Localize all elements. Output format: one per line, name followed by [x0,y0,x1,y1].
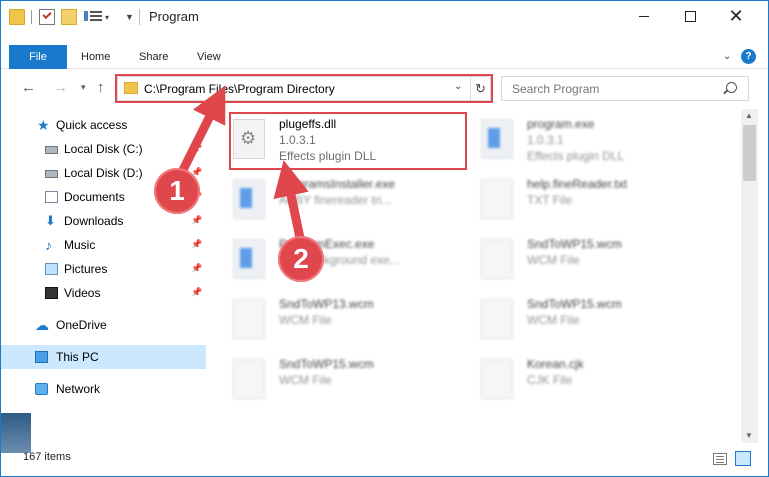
sidebar-item-onedrive[interactable]: ☁ OneDrive [1,313,206,337]
chevron-down-icon[interactable]: ⌄ [454,81,462,92]
maximize-button[interactable] [667,1,713,31]
close-button[interactable]: ✕ [713,1,759,31]
window-title: Program [149,9,199,24]
minimize-button[interactable] [621,1,667,31]
status-bar: 167 items [1,445,768,475]
scroll-up-icon[interactable]: ▲ [745,111,753,120]
search-input[interactable] [502,77,722,100]
tab-view[interactable]: View [191,45,227,69]
file-item-korean-cjk[interactable]: Korean.cjk CJK File [457,353,697,409]
help-icon[interactable]: ? [741,49,756,64]
exe-file-icon [233,179,265,219]
star-icon: ★ [37,117,50,133]
generic-file-icon [481,359,513,399]
expand-ribbon-icon[interactable]: ⌄ [723,51,731,62]
tab-share[interactable]: Share [133,45,174,69]
title-bar: ▾ ▼ Program ✕ [1,1,768,33]
tab-home[interactable]: Home [75,45,116,69]
generic-file-icon [233,299,265,339]
pin-icon[interactable]: 📌 [191,287,202,298]
new-folder-icon[interactable] [61,9,77,25]
back-arrow-icon[interactable]: ← [21,79,36,96]
music-icon: ♪ [45,237,52,253]
step-1-badge: 1 [154,168,200,214]
exe-file-icon [481,119,513,159]
file-item-program-exe[interactable]: program.exe 1.0.3.1 Effects plugin DLL [457,113,697,169]
sidebar-item-pictures[interactable]: Pictures 📌 [1,257,206,281]
drive-icon [45,146,58,154]
folder-icon [124,82,138,94]
pin-icon[interactable]: 📌 [191,263,202,274]
drive-icon [45,170,58,178]
generic-file-icon [481,239,513,279]
customize-quick-access-icon[interactable]: ▼ [125,12,134,22]
vertical-scrollbar[interactable]: ▲ ▼ [741,109,758,443]
properties-check-icon[interactable] [39,9,55,25]
file-item-programexec[interactable]: ProgramExec.exe Run background exe... [209,233,449,289]
ribbon-tabs: File Home Share View ⌄ ? [1,45,768,69]
sidebar-item-music[interactable]: ♪ Music 📌 [1,233,206,257]
text-file-icon [481,179,513,219]
generic-file-icon [233,359,265,399]
file-item-plugeffs-dll[interactable]: plugeffs.dll 1.0.3.1 Effects plugin DLL [209,113,449,169]
step-2-badge: 2 [278,236,324,282]
videos-icon [45,287,58,299]
computer-icon [35,351,48,363]
pin-icon[interactable]: 📌 [191,143,202,154]
downloads-icon: ⬇ [45,213,56,228]
file-item-sndtowp15-b[interactable]: SndToWP15.wcm WCM File [457,293,697,349]
quick-access-separator [31,10,32,24]
sidebar-item-quick-access[interactable]: ★ Quick access [1,113,206,137]
pin-icon[interactable]: 📌 [191,215,202,226]
file-item-help-txt[interactable]: help.fineReader.txt TXT File [457,173,697,229]
search-box[interactable] [501,76,749,101]
address-path[interactable]: C:\Program Files\Program Directory [144,82,335,96]
item-count: 167 items [23,451,71,463]
chevron-down-icon[interactable]: ▾ [105,13,109,22]
title-separator [139,9,140,25]
exe-file-icon [233,239,265,279]
sidebar-item-this-pc[interactable]: This PC [1,345,206,369]
refresh-icon[interactable]: ↻ [470,77,490,100]
details-view-icon[interactable] [713,453,727,465]
documents-icon [45,191,58,203]
navigation-bar: ← → ▾ ↑ C:\Program Files\Program Directo… [1,69,768,107]
search-icon[interactable] [726,82,737,93]
up-arrow-icon[interactable]: ↑ [97,79,105,96]
generic-file-icon [481,299,513,339]
properties-list-icon[interactable] [84,9,102,25]
navigation-pane: ★ Quick access Local Disk (C:) 📌 Local D… [1,111,206,441]
address-bar[interactable]: C:\Program Files\Program Directory ⌄ ↻ [117,76,491,101]
scroll-down-icon[interactable]: ▼ [745,431,753,440]
sidebar-item-network[interactable]: Network [1,377,206,401]
pin-icon[interactable]: 📌 [191,239,202,250]
recent-locations-icon[interactable]: ▾ [81,82,86,93]
scrollbar-thumb[interactable] [743,125,756,181]
pictures-icon [45,263,58,275]
file-item-sndtowp15-c[interactable]: SndToWP15.wcm WCM File [209,353,449,409]
cloud-icon: ☁ [35,317,49,333]
file-item-sndtowp13[interactable]: SndToWP13.wcm WCM File [209,293,449,349]
file-item-sndtowp15-a[interactable]: SndToWP15.wcm WCM File [457,233,697,289]
explorer-window: ▾ ▼ Program ✕ File Home Share View ⌄ ? ←… [0,0,769,477]
file-item-programsinstaller[interactable]: ProgramsInstaller.exe ABBY finereader tr… [209,173,449,229]
forward-arrow-icon[interactable]: → [53,79,68,96]
tab-file[interactable]: File [9,45,67,69]
folder-icon [9,9,25,25]
large-icons-view-icon[interactable] [735,451,751,466]
network-icon [35,383,48,395]
sidebar-item-local-disk-c[interactable]: Local Disk (C:) 📌 [1,137,206,161]
sidebar-item-videos[interactable]: Videos 📌 [1,281,206,305]
dll-file-icon [233,119,265,159]
